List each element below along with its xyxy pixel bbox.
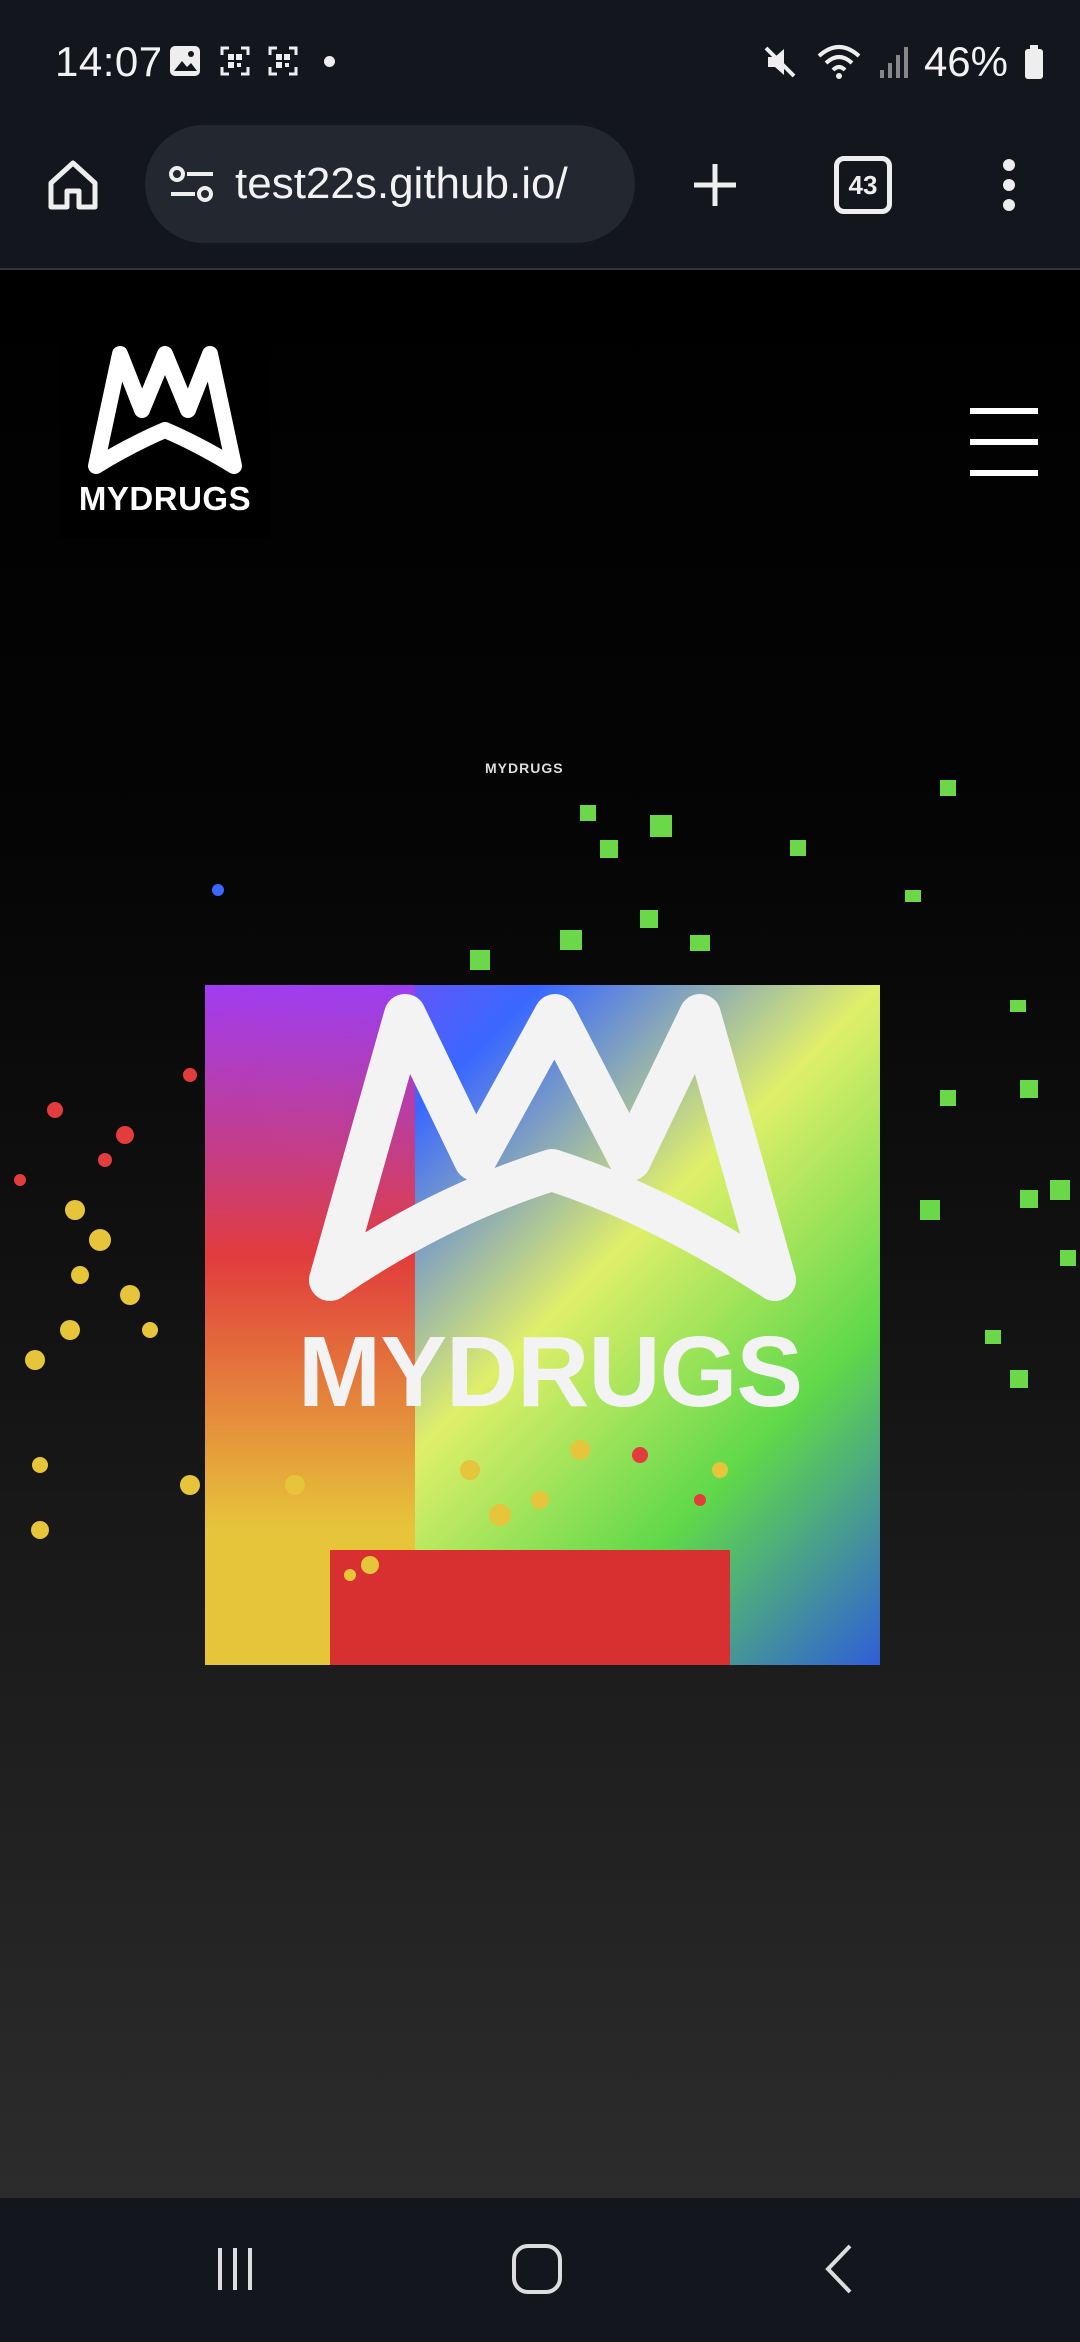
tabs-button[interactable]: 43	[828, 150, 898, 220]
back-icon	[825, 2244, 852, 2294]
system-nav-bar	[0, 2196, 1080, 2342]
hamburger-menu-button[interactable]	[970, 408, 1038, 476]
hero-small-text: MYDRUGS	[485, 760, 564, 776]
more-icon	[1003, 159, 1015, 211]
hero-logo-text: MYDRUGS	[297, 1316, 803, 1428]
more-menu-button[interactable]	[974, 150, 1044, 220]
system-icons: 46%	[760, 38, 1044, 86]
qr-icon	[220, 46, 250, 76]
battery-percent: 46%	[923, 38, 1008, 85]
recents-icon	[218, 2248, 252, 2290]
logo-mark-icon	[88, 346, 242, 474]
logo-text: MYDRUGS	[78, 480, 252, 517]
url-text: test22s.github.io/	[235, 159, 568, 208]
site-settings-icon[interactable]	[167, 162, 217, 206]
status-bar: 14:07 46%	[0, 0, 1080, 125]
home-nav-icon	[512, 2244, 562, 2294]
address-bar[interactable]: test22s.github.io/	[145, 125, 635, 243]
wifi-icon	[817, 45, 861, 79]
recents-button[interactable]	[195, 2234, 275, 2304]
mute-icon	[764, 46, 796, 78]
browser-toolbar: test22s.github.io/ 43	[0, 125, 1080, 270]
notification-icons	[168, 44, 335, 78]
new-tab-button[interactable]	[680, 150, 750, 220]
back-button[interactable]	[800, 2234, 880, 2304]
tabs-icon: 43	[834, 156, 892, 214]
hero-graphic	[14, 780, 1076, 1665]
status-time: 14:07	[55, 38, 163, 85]
gallery-icon	[170, 46, 200, 76]
signal-icon	[879, 47, 908, 78]
hero-image: MYDRUGS MYDRUGS	[0, 750, 1080, 1760]
battery-icon	[1025, 45, 1043, 79]
qr-icon	[268, 46, 298, 76]
new-tab-icon	[694, 164, 736, 206]
home-nav-button[interactable]	[497, 2234, 577, 2304]
site-logo[interactable]: MYDRUGS	[60, 328, 270, 538]
dot-icon	[324, 55, 335, 67]
web-page: MYDRUGS MYDRUGS MYDRUGS	[0, 270, 1080, 2196]
hamburger-icon	[970, 408, 1038, 414]
home-button[interactable]	[38, 150, 108, 220]
home-icon	[48, 160, 98, 210]
